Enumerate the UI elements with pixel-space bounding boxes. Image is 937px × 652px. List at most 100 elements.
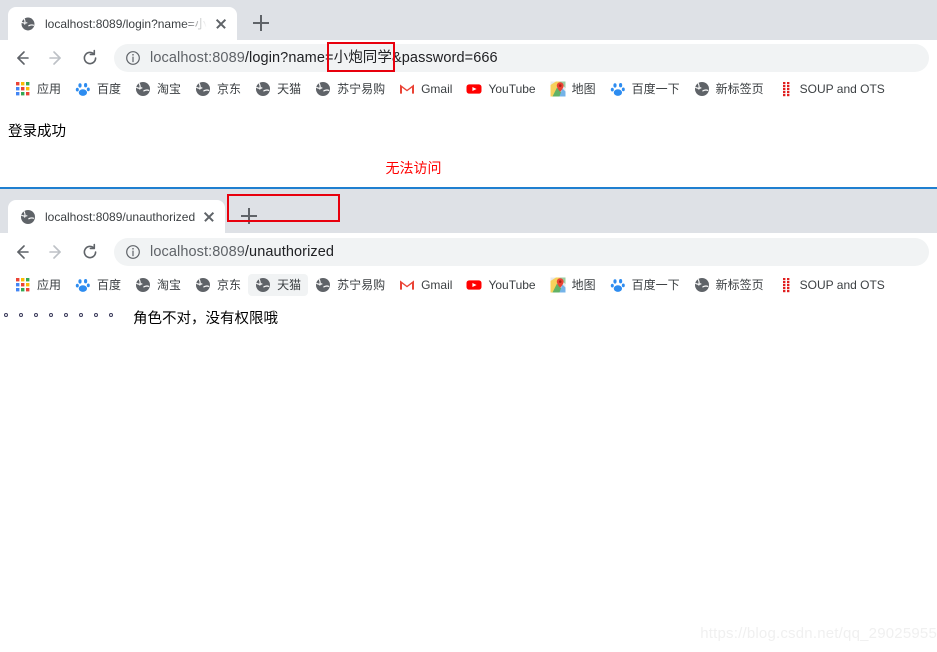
youtube-play-icon (466, 81, 482, 97)
url-suffix: &password=666 (392, 50, 498, 66)
bookmark-item-新标签页[interactable]: 新标签页 (687, 274, 771, 296)
tab-title: localhost:8089/unauthorized (45, 209, 196, 224)
bookmark-label: 苏宁易购 (337, 278, 386, 292)
bookmark-item-SOUP and OTS[interactable]: SOUP and OTS (771, 78, 892, 100)
globe-icon (195, 81, 211, 97)
content-dot (109, 313, 113, 317)
globe-icon (694, 81, 710, 97)
apps-grid-icon (15, 81, 31, 97)
browser-toolbar: localhost:8089/unauthorized (0, 194, 937, 271)
bookmark-item-地图[interactable]: 地图 (543, 78, 603, 100)
globe-icon (694, 277, 710, 293)
globe-icon (255, 277, 271, 293)
bookmark-item-SOUP and OTS[interactable]: SOUP and OTS (771, 274, 892, 296)
bookmark-label: 苏宁易购 (337, 82, 386, 96)
url-highlight: /unauthorized (244, 244, 335, 260)
back-arrow-icon (17, 51, 29, 65)
no-permission-message: 角色不对，没有权限哦 (133, 311, 278, 327)
back-button[interactable] (8, 44, 36, 72)
bookmark-label: SOUP and OTS (799, 82, 885, 96)
baidu-paw-icon (610, 277, 626, 293)
bookmark-label: 天猫 (277, 278, 302, 292)
baidu-paw-icon (75, 81, 91, 97)
bookmark-item-天猫[interactable]: 天猫 (248, 274, 309, 296)
bookmarks-bar-1: 应用 百度 淘宝 京东 天猫 苏宁易购 Gmail YouTube 地图 百度一… (0, 76, 937, 102)
cannot-access-message: 无法访问 (385, 160, 442, 176)
bookmark-item-YouTube[interactable]: YouTube (459, 274, 542, 296)
baidu-paw-icon (75, 277, 91, 293)
page-content-login: 登录成功 无法访问 (0, 102, 937, 187)
globe-icon (20, 209, 36, 225)
back-button[interactable] (8, 238, 36, 266)
globe-icon (20, 15, 36, 32)
bookmark-item-淘宝[interactable]: 淘宝 (128, 274, 188, 296)
bookmark-label: 新标签页 (715, 82, 764, 96)
bookmark-item-百度[interactable]: 百度 (68, 274, 128, 296)
bookmark-label: 地图 (571, 82, 596, 96)
forward-arrow-icon (49, 245, 61, 259)
bookmark-label: 京东 (217, 278, 242, 292)
back-arrow-icon (17, 245, 29, 259)
forward-button[interactable] (42, 238, 70, 266)
tab-login[interactable]: localhost:8089/login?name=小 (8, 7, 237, 40)
bookmark-item-京东[interactable]: 京东 (188, 274, 248, 296)
bookmark-item-天猫[interactable]: 天猫 (248, 78, 308, 100)
new-tab-button[interactable] (247, 9, 275, 37)
address-bar[interactable]: localhost:8089/unauthorized (114, 238, 929, 266)
bookmark-label: 淘宝 (157, 82, 182, 96)
content-dot (19, 313, 23, 317)
content-dot (79, 313, 83, 317)
url-highlight: 小炮同学 (333, 50, 392, 66)
content-dot (4, 313, 8, 317)
bookmark-item-苏宁易购[interactable]: 苏宁易购 (308, 274, 392, 296)
content-dot (64, 313, 68, 317)
info-circle-icon[interactable] (125, 50, 141, 66)
content-dot (49, 313, 53, 317)
browser-window-unauthorized: localhost:8089/unauthorized localhost:80… (0, 189, 937, 636)
bookmark-label: YouTube (488, 278, 536, 292)
tab-unauthorized[interactable]: localhost:8089/unauthorized (8, 200, 226, 233)
reload-button[interactable] (76, 44, 104, 72)
globe-icon (195, 277, 211, 293)
close-icon[interactable] (213, 16, 229, 32)
bookmark-item-新标签页[interactable]: 新标签页 (687, 78, 771, 100)
bookmark-item-京东[interactable]: 京东 (188, 78, 248, 100)
bookmark-item-应用[interactable]: 应用 (8, 274, 68, 296)
page-content-unauthorized: 角色不对，没有权限哦 (0, 299, 937, 636)
bookmark-label: 百度 (97, 82, 122, 96)
address-bar[interactable]: localhost:8089/login?name=小炮同学&password=… (114, 44, 929, 72)
gmail-m-icon (399, 277, 415, 293)
bookmark-label: Gmail (421, 278, 453, 292)
bookmark-label: 应用 (37, 278, 62, 292)
youtube-play-icon (466, 277, 482, 293)
bookmark-label: YouTube (488, 82, 536, 96)
bookmark-item-Gmail[interactable]: Gmail (392, 274, 459, 296)
red-dots-icon (778, 277, 794, 293)
tab-title: localhost:8089/login?name=小 (45, 16, 207, 31)
bookmark-label: 淘宝 (157, 278, 182, 292)
bookmark-label: 百度一下 (631, 278, 680, 292)
bookmark-item-百度一下[interactable]: 百度一下 (603, 78, 687, 100)
bookmark-item-地图[interactable]: 地图 (543, 274, 603, 296)
bookmark-label: Gmail (421, 82, 453, 96)
bookmark-item-百度[interactable]: 百度 (68, 78, 128, 100)
new-tab-button[interactable] (235, 202, 263, 230)
forward-button[interactable] (42, 44, 70, 72)
forward-arrow-icon (49, 51, 61, 65)
globe-icon (315, 277, 331, 293)
bookmark-item-YouTube[interactable]: YouTube (459, 78, 542, 100)
bookmark-item-百度一下[interactable]: 百度一下 (603, 274, 687, 296)
bookmark-item-淘宝[interactable]: 淘宝 (128, 78, 188, 100)
red-dots-icon (778, 81, 794, 97)
bookmark-label: 应用 (37, 82, 62, 96)
info-circle-icon[interactable] (125, 244, 141, 260)
bookmark-item-苏宁易购[interactable]: 苏宁易购 (308, 78, 392, 100)
bookmark-item-Gmail[interactable]: Gmail (392, 78, 459, 100)
gmail-m-icon (399, 81, 415, 97)
bookmark-item-应用[interactable]: 应用 (8, 78, 68, 100)
reload-button[interactable] (76, 238, 104, 266)
url-prefix: localhost:8089 (150, 50, 245, 66)
globe-icon (135, 81, 151, 97)
close-icon[interactable] (201, 209, 217, 225)
url-prefix: localhost:8089 (150, 244, 245, 260)
